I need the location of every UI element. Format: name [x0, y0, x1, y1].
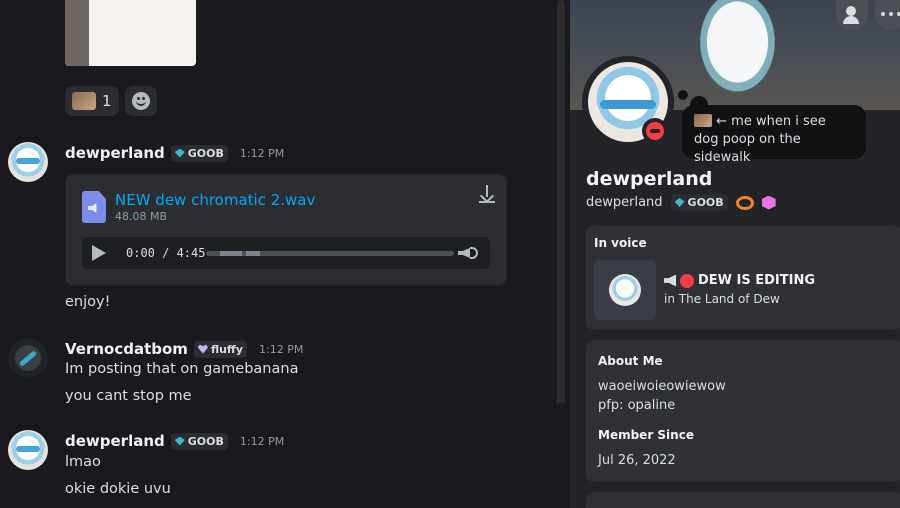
message-text: enjoy!	[65, 294, 111, 310]
smile-icon	[131, 92, 150, 110]
cat-emoji-icon	[72, 92, 96, 110]
boost-badge-icon[interactable]	[761, 195, 776, 210]
server-tag[interactable]: GOOB	[170, 432, 228, 450]
gem-icon	[674, 198, 685, 207]
about-me-heading: About Me	[598, 354, 663, 368]
profile-username: dewperland	[586, 195, 663, 210]
server-tag[interactable]: GOOB	[170, 144, 228, 162]
voice-server-icon[interactable]	[594, 260, 656, 320]
in-voice-card: In voice DEW IS EDITING in The Land of D…	[586, 226, 900, 330]
message-text: lmao	[65, 454, 101, 470]
message-text: Im posting that on gamebanana	[65, 361, 299, 377]
hypesquad-badge-icon[interactable]	[735, 195, 754, 210]
cat-emoji-icon	[694, 114, 712, 127]
audio-attachment: NEW dew chromatic 2.wav 48.08 MB 0:00 / …	[65, 174, 507, 286]
add-reaction-button[interactable]	[124, 86, 157, 116]
chat-scrollbar[interactable]	[557, 0, 565, 508]
profile-display-name: dewperland	[586, 168, 713, 190]
audio-file-icon	[82, 191, 106, 223]
voice-server-name: in The Land of Dew	[664, 292, 780, 306]
member-since-heading: Member Since	[598, 428, 694, 442]
tag-label: GOOB	[187, 146, 224, 160]
timestamp: 1:12 PM	[259, 342, 304, 356]
member-since-date: Jul 26, 2022	[598, 453, 676, 468]
author-name[interactable]: dewperland	[65, 144, 165, 162]
status-bubble-dot	[678, 90, 688, 100]
voice-channel-name: DEW IS EDITING	[698, 273, 816, 288]
volume-icon[interactable]	[458, 244, 480, 262]
avatar[interactable]	[8, 430, 48, 470]
reaction-bar: 1	[65, 86, 157, 116]
tag-label: fluffy	[210, 342, 244, 356]
tag-label: GOOB	[187, 434, 224, 448]
profile-panel: ← me when i see dog poop on the sidewalk…	[570, 0, 900, 508]
server-tag[interactable]: fluffy	[193, 340, 248, 358]
gem-icon	[174, 148, 185, 158]
author-name[interactable]: Vernocdatbom	[65, 340, 188, 358]
heart-icon	[197, 344, 208, 354]
chat-pane: 1 dewperland GOOB 1:12 PM NEW dew chroma…	[0, 0, 570, 508]
message-header: dewperland GOOB 1:12 PM	[65, 432, 284, 450]
timestamp: 1:12 PM	[239, 146, 285, 160]
gem-icon	[174, 436, 185, 446]
audio-player: 0:00 / 4:45	[82, 237, 490, 269]
about-me-line: waoeiwoieowiewow	[598, 379, 726, 394]
progress-bar[interactable]	[206, 251, 454, 256]
in-voice-heading: In voice	[594, 236, 647, 250]
profile-card	[586, 492, 900, 508]
dnd-status-icon	[642, 118, 668, 144]
download-icon[interactable]	[476, 183, 498, 205]
avatar[interactable]	[8, 338, 48, 378]
custom-status-bubble: ← me when i see dog poop on the sidewalk	[682, 105, 866, 165]
speaker-icon	[664, 274, 676, 287]
tag-label: GOOB	[687, 196, 724, 209]
file-size: 48.08 MB	[115, 210, 168, 223]
file-name-link[interactable]: NEW dew chromatic 2.wav	[115, 191, 315, 209]
playback-time: 0:00 / 4:45	[126, 246, 206, 260]
reaction-count: 1	[102, 92, 112, 110]
avatar[interactable]	[8, 142, 48, 182]
scroll-thumb[interactable]	[557, 402, 565, 508]
server-tag[interactable]: GOOB	[670, 194, 728, 211]
reaction-cat-emoji[interactable]: 1	[65, 86, 119, 116]
red-circle-icon	[680, 273, 694, 288]
profile-username-row: dewperland GOOB	[586, 194, 776, 211]
timestamp: 1:12 PM	[239, 434, 285, 448]
message-header: dewperland GOOB 1:12 PM	[65, 144, 284, 162]
image-attachment[interactable]	[65, 0, 196, 66]
about-me-line: pfp: opaline	[598, 398, 676, 413]
message-text: okie dokie uvu	[65, 481, 171, 497]
author-name[interactable]: dewperland	[65, 432, 165, 450]
voice-channel-title[interactable]: DEW IS EDITING	[664, 273, 815, 288]
message-text: you cant stop me	[65, 388, 192, 404]
message-header: Vernocdatbom fluffy 1:12 PM	[65, 340, 303, 358]
custom-status-text: ← me when i see dog poop on the sidewalk	[694, 114, 826, 165]
play-icon[interactable]	[92, 245, 106, 261]
about-card: About Me waoeiwoieowiewow pfp: opaline M…	[586, 340, 900, 482]
